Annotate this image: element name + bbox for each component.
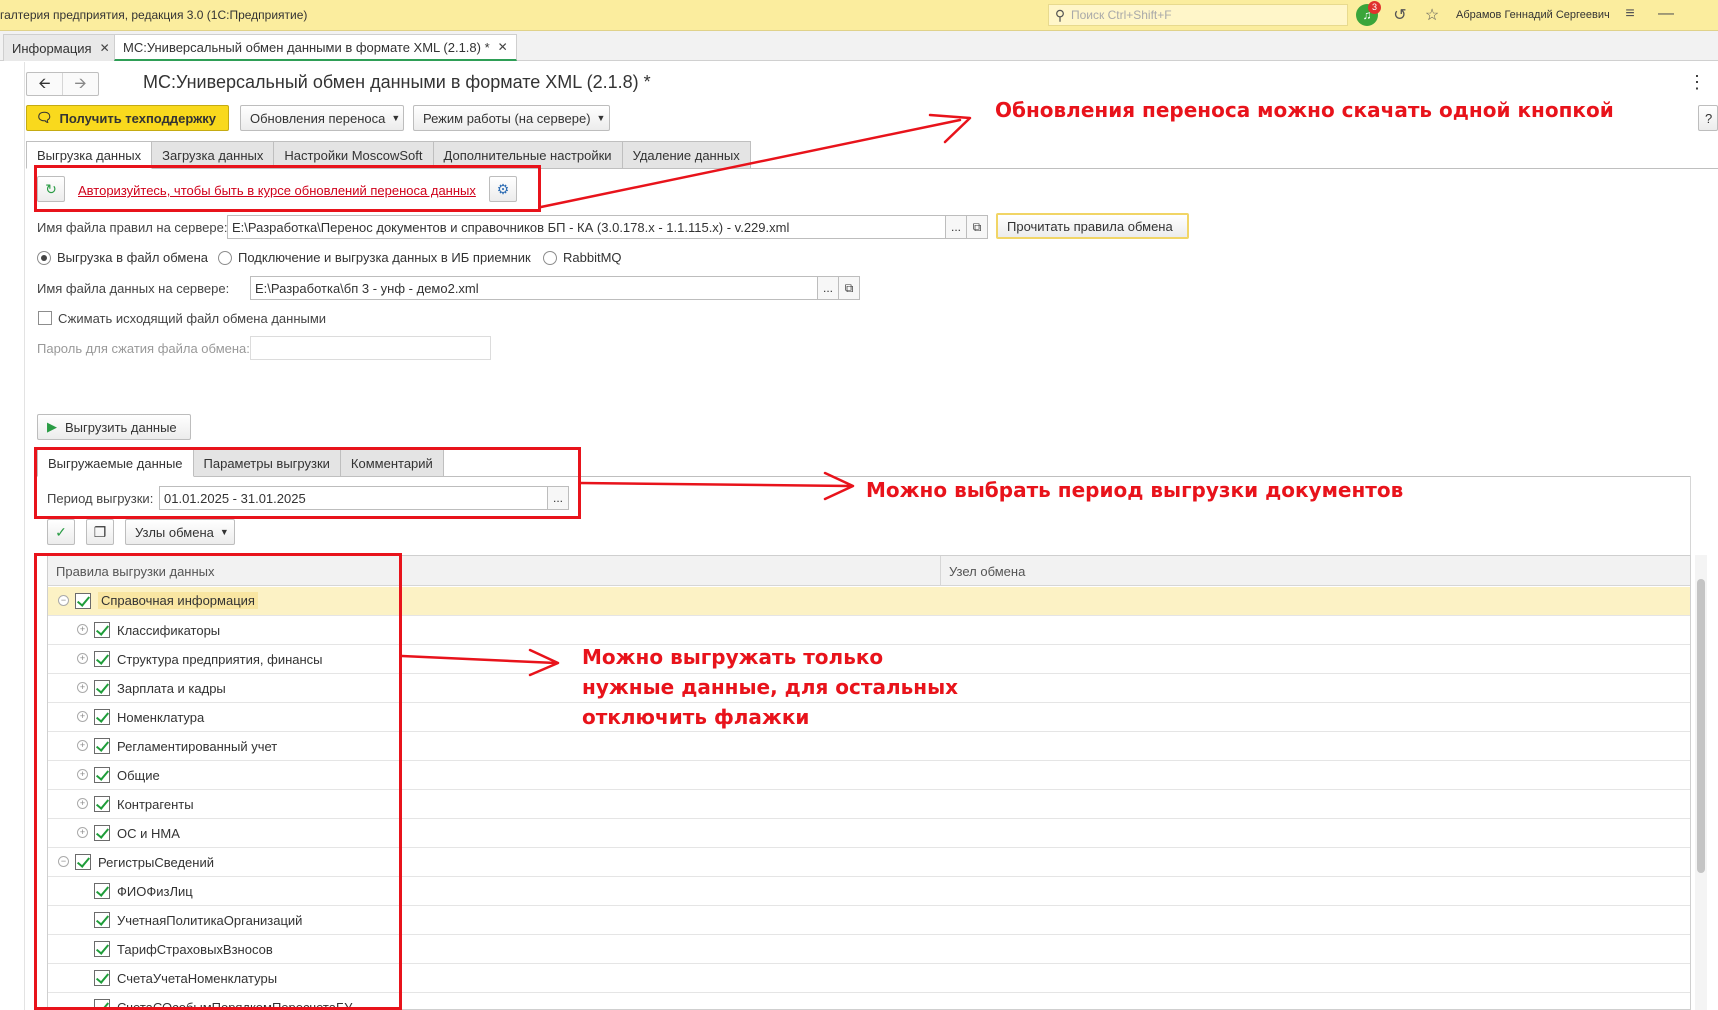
arrow-to-updates-note: [539, 113, 972, 209]
annotation-arrows: [400, 113, 972, 677]
arrow-to-data-note: [400, 648, 560, 677]
arrow-to-period-note: [578, 471, 855, 501]
